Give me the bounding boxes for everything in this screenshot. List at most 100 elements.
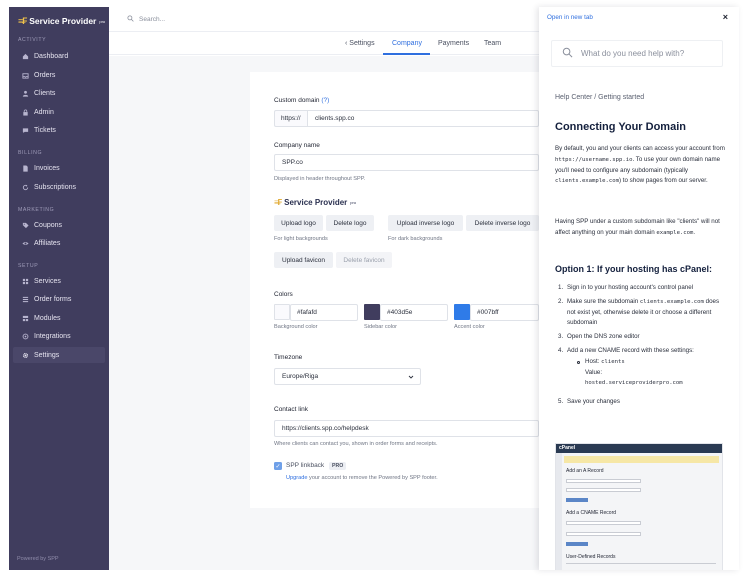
- cpanel-logo: cPanel: [556, 444, 722, 453]
- sidebar: ≡₣ Service Provider pro ACTIVITY Dashboa…: [9, 7, 109, 570]
- delete-logo-button[interactable]: Delete logo: [326, 215, 374, 231]
- upgrade-link[interactable]: Upgrade: [286, 475, 307, 481]
- sidebar-item-clients[interactable]: Clients: [13, 85, 105, 101]
- sidebar-item-integrations[interactable]: Integrations: [13, 328, 105, 344]
- back-to-settings-link[interactable]: ‹ Settings: [345, 40, 375, 47]
- contact-link-hint: Where clients can contact you, shown in …: [274, 441, 438, 447]
- text: Sign in to your hosting account's contro…: [567, 284, 694, 291]
- sidebar-item-services[interactable]: Services: [13, 273, 105, 289]
- cpanel-divider: [566, 563, 716, 564]
- inbox-icon: [22, 72, 29, 79]
- grid-icon: [22, 278, 29, 285]
- sidebar-item-dashboard[interactable]: Dashboard: [13, 48, 105, 64]
- code: https://username.spp.io: [555, 156, 633, 163]
- custom-domain-input[interactable]: clients.spp.co: [307, 110, 539, 127]
- refresh-icon: [22, 184, 29, 191]
- domain-prefix: https://: [274, 110, 307, 127]
- sidebar-item-label: Integrations: [34, 332, 71, 340]
- sidebar-item-tickets[interactable]: Tickets: [13, 122, 105, 138]
- help-tooltip-icon[interactable]: (?): [321, 97, 329, 104]
- code: clients: [601, 358, 625, 365]
- sidebar-item-modules[interactable]: Modules: [13, 310, 105, 326]
- spp-linkback-checkbox[interactable]: ✓: [274, 462, 282, 470]
- text: Open the DNS zone editor: [567, 333, 640, 341]
- sidebar-item-affiliates[interactable]: Affiliates: [13, 235, 105, 251]
- home-icon: [22, 53, 29, 60]
- custom-domain-label-text: Custom domain: [274, 97, 320, 104]
- sidebar-item-invoices[interactable]: Invoices: [13, 160, 105, 176]
- company-name-label: Company name: [274, 142, 320, 149]
- background-color-input[interactable]: #fafafd: [290, 304, 358, 321]
- light-bg-hint: For light backgrounds: [274, 236, 328, 242]
- tab-payments[interactable]: Payments: [438, 40, 469, 47]
- text: Save your changes: [567, 398, 620, 406]
- list-item: 5. Save your changes: [558, 398, 620, 406]
- sidebar-item-label: Admin: [34, 108, 54, 116]
- upload-logo-button[interactable]: Upload logo: [274, 215, 323, 231]
- spp-linkback-text: SPP linkback: [286, 462, 325, 469]
- help-breadcrumb[interactable]: Help Center / Getting started: [555, 94, 644, 101]
- sidebar-item-coupons[interactable]: Coupons: [13, 217, 105, 233]
- help-option-1-heading: Option 1: If your hosting has cPanel:: [555, 264, 713, 274]
- modules-icon: [22, 315, 29, 322]
- file-icon: [22, 164, 29, 172]
- help-paragraph-1: By default, you and your clients can acc…: [555, 144, 727, 187]
- delete-inverse-logo-button[interactable]: Delete inverse logo: [466, 215, 539, 231]
- sidebar-color-label: Sidebar color: [364, 324, 397, 330]
- timezone-value: Europe/Riga: [282, 373, 319, 380]
- sidebar-item-orders[interactable]: Orders: [13, 67, 105, 83]
- cpanel-input: [566, 521, 641, 525]
- tag-icon: [22, 222, 29, 229]
- open-in-new-tab-link[interactable]: Open in new tab: [547, 14, 593, 21]
- section-activity: ACTIVITY: [18, 37, 47, 43]
- cpanel-records-heading: User-Defined Records: [566, 554, 616, 560]
- sidebar-color-swatch[interactable]: [364, 304, 380, 320]
- sidebar-item-subscriptions[interactable]: Subscriptions: [13, 179, 105, 195]
- sidebar-item-label: Settings: [34, 351, 60, 359]
- text: By default, you and your clients can acc…: [555, 145, 725, 152]
- sidebar-item-label: Coupons: [34, 221, 63, 229]
- cpanel-input: [566, 532, 641, 536]
- upload-inverse-logo-button[interactable]: Upload inverse logo: [388, 215, 463, 231]
- delete-favicon-button[interactable]: Delete favicon: [336, 252, 392, 268]
- timezone-select[interactable]: Europe/Riga: [274, 368, 421, 385]
- global-search[interactable]: Search...: [127, 15, 165, 24]
- cpanel-button: [566, 542, 588, 546]
- tab-team[interactable]: Team: [484, 40, 501, 47]
- brand-logo[interactable]: ≡₣ Service Provider pro: [18, 16, 105, 26]
- help-article-title: Connecting Your Domain: [555, 121, 686, 133]
- accent-color-swatch[interactable]: [454, 304, 470, 320]
- sidebar-color-input[interactable]: #403d5e: [380, 304, 448, 321]
- sidebar-item-label: Invoices: [34, 164, 60, 172]
- text: Make sure the subdomain: [567, 297, 640, 305]
- accent-color-input[interactable]: #007bff: [470, 304, 539, 321]
- tab-company[interactable]: Company: [392, 40, 422, 47]
- pro-badge: PRO: [329, 462, 347, 470]
- sidebar-item-label: Dashboard: [34, 52, 69, 60]
- text: Add a new CNAME record with these settin…: [567, 346, 694, 354]
- text: ) to show pages from our server.: [619, 177, 708, 185]
- sidebar-item-settings[interactable]: Settings: [13, 347, 105, 363]
- help-search-input[interactable]: What do you need help with?: [551, 40, 723, 67]
- cpanel-a-record-heading: Add an A Record: [566, 468, 604, 474]
- cpanel-input: [566, 488, 641, 492]
- background-color-swatch[interactable]: [274, 304, 290, 320]
- text: .: [693, 228, 696, 236]
- sidebar-item-order-forms[interactable]: Order forms: [13, 291, 105, 307]
- code: hosted.serviceproviderpro.com: [585, 380, 683, 387]
- spp-linkback-label: SPP linkback PRO: [286, 462, 347, 470]
- list-item: 3. Open the DNS zone editor: [558, 333, 640, 341]
- sidebar-item-admin[interactable]: Admin: [13, 104, 105, 120]
- cpanel-cname-heading: Add a CNAME Record: [566, 510, 617, 516]
- text: Value:: [585, 368, 603, 376]
- close-icon[interactable]: ×: [723, 12, 728, 22]
- help-steps-list: 1. Sign in to your hosting account's cont…: [555, 283, 727, 411]
- upload-favicon-button[interactable]: Upload favicon: [274, 252, 333, 268]
- powered-by[interactable]: Powered by SPP: [17, 556, 59, 562]
- brand-mark-icon: ≡₣: [18, 16, 27, 26]
- search-input[interactable]: Search...: [139, 16, 165, 23]
- check-icon: ✓: [275, 463, 281, 470]
- contact-link-input[interactable]: https://clients.spp.co/helpdesk: [274, 420, 539, 437]
- company-name-input[interactable]: SPP.co: [274, 154, 539, 171]
- text: Host:: [585, 357, 602, 365]
